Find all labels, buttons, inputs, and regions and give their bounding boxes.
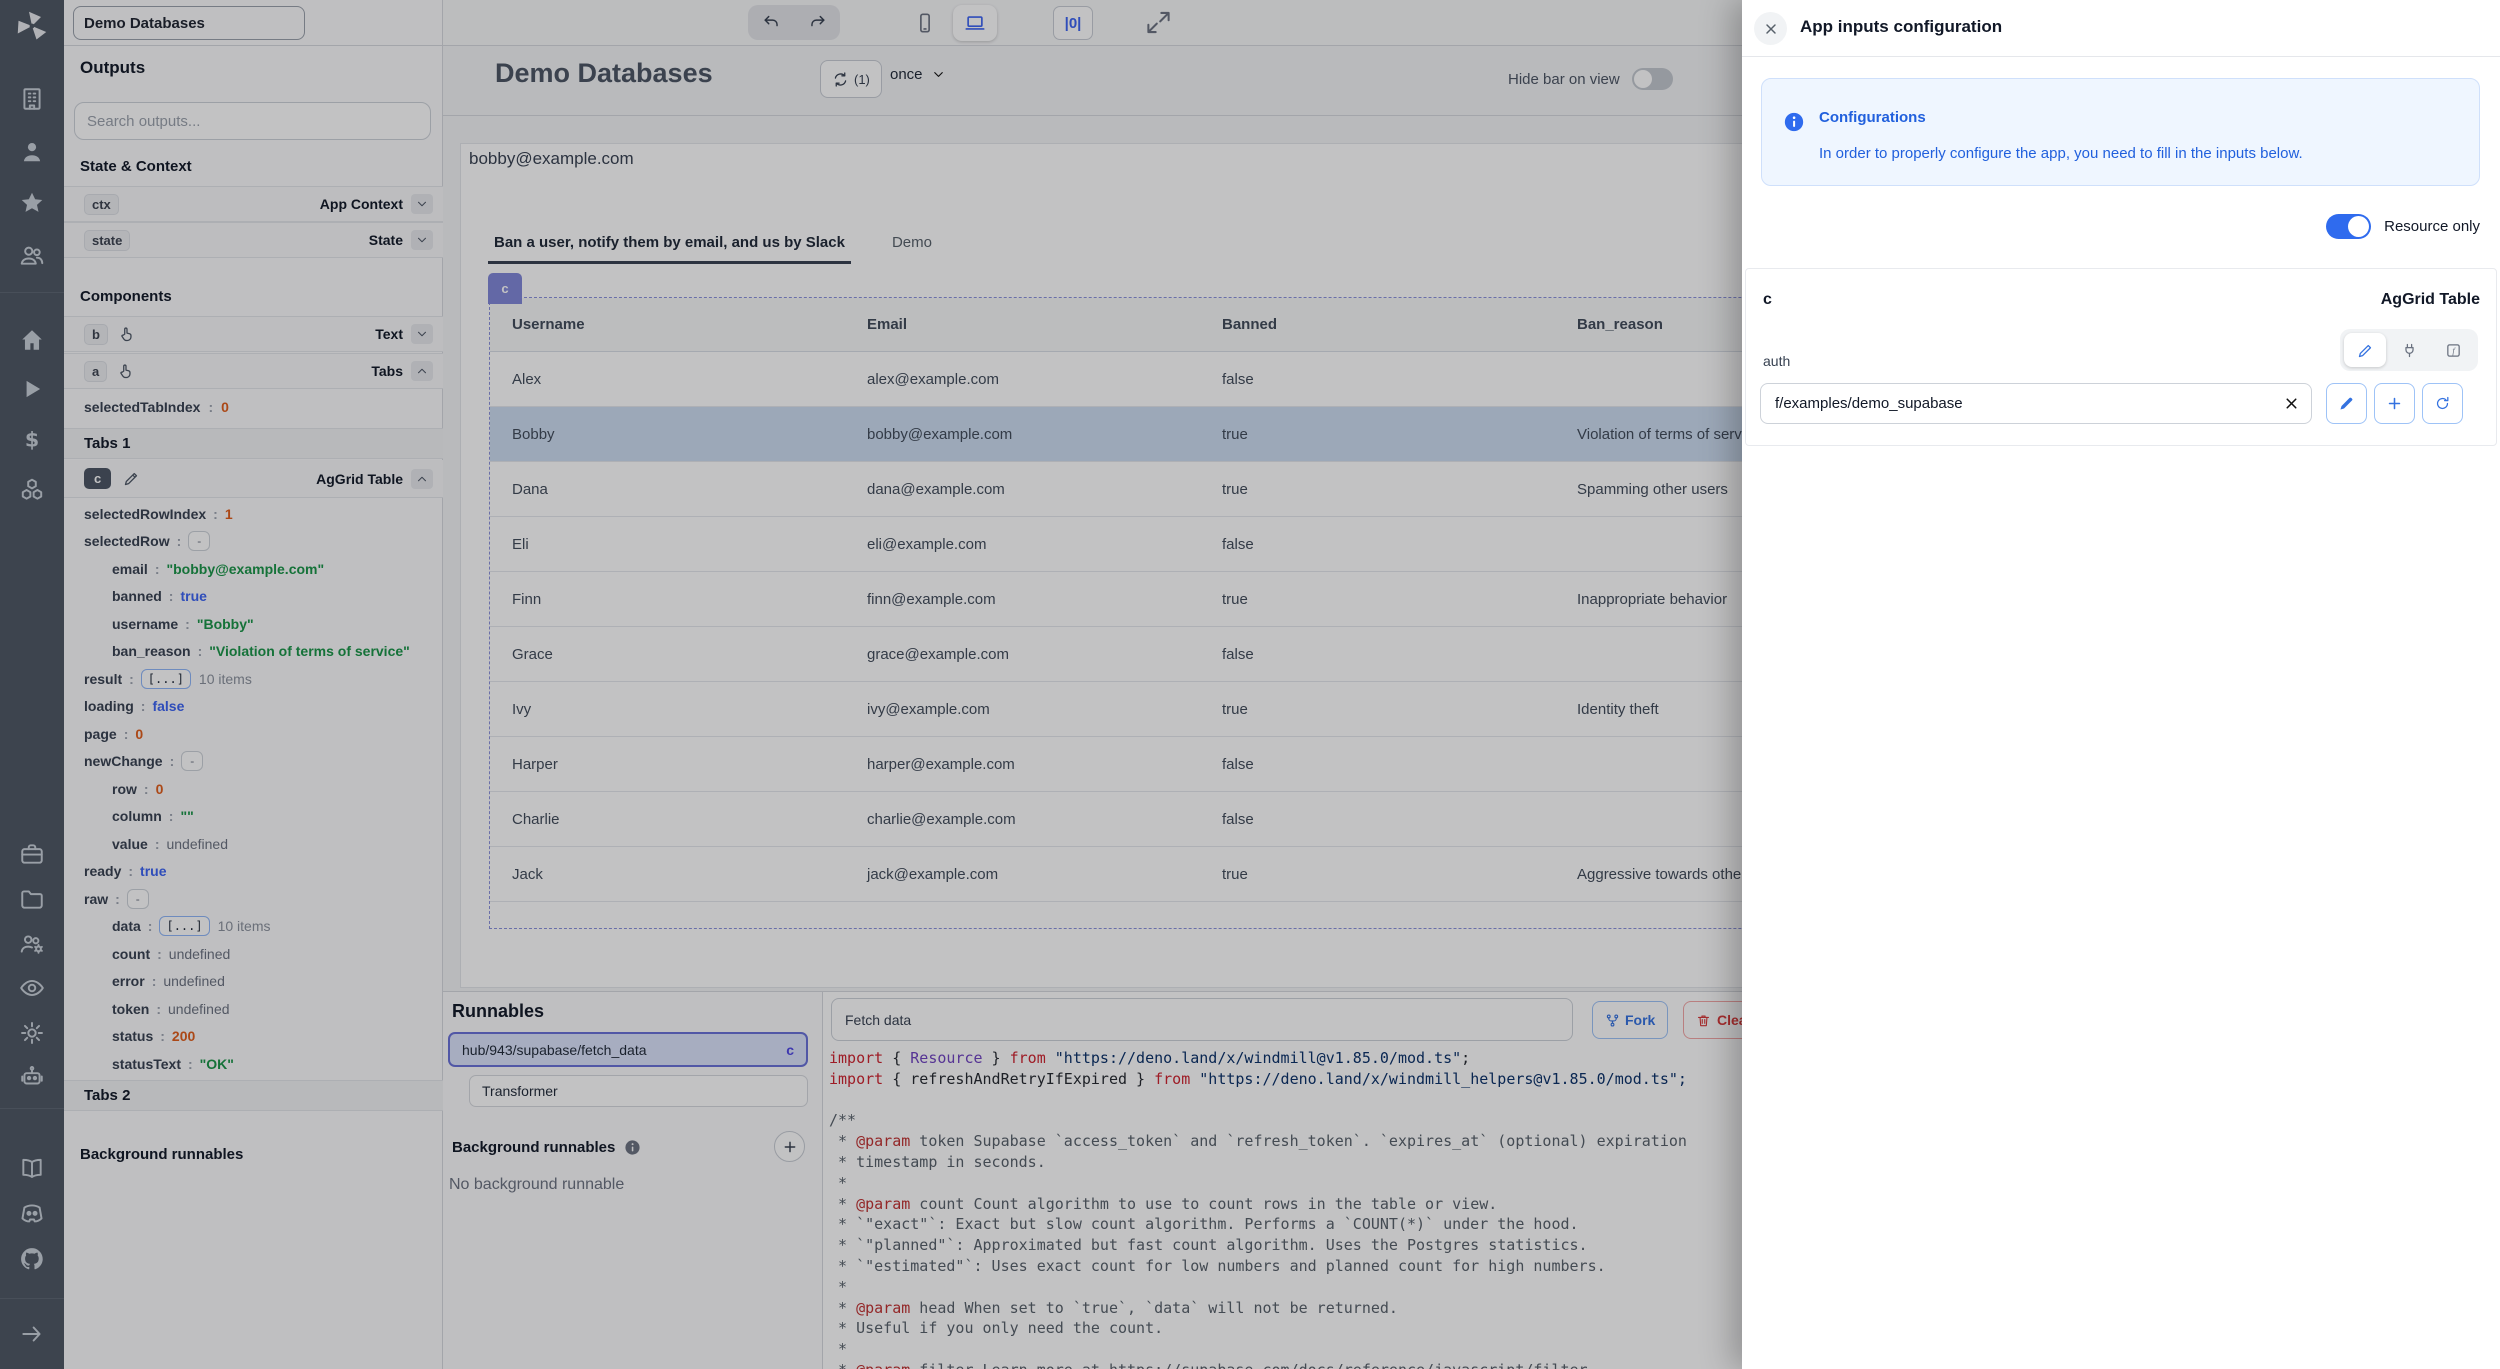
- info-icon: [1783, 111, 1805, 133]
- drawer-title: App inputs configuration: [1800, 17, 2002, 37]
- info-title: Configurations: [1819, 109, 1926, 126]
- plus-icon: [2386, 395, 2403, 412]
- eval-mode-button[interactable]: f: [2432, 333, 2474, 367]
- component-config-section: c AgGrid Table auth f: [1745, 268, 2497, 446]
- add-resource-button[interactable]: [2374, 383, 2415, 424]
- connect-mode-button[interactable]: [2388, 333, 2430, 367]
- auth-resource-input[interactable]: [1760, 383, 2312, 424]
- input-mode-segmented-control: f: [2340, 329, 2478, 371]
- static-mode-button[interactable]: [2344, 333, 2386, 367]
- auth-input-wrap: [1760, 383, 2312, 424]
- info-body: In order to properly configure the app, …: [1819, 145, 2303, 162]
- resource-only-toggle[interactable]: [2326, 214, 2371, 239]
- auth-field-label: auth: [1763, 353, 1790, 369]
- function-icon: f: [2445, 342, 2462, 359]
- drawer-header: App inputs configuration: [1742, 0, 2500, 57]
- resource-only-label: Resource only: [2384, 218, 2480, 235]
- refresh-resource-button[interactable]: [2422, 383, 2463, 424]
- close-drawer-button[interactable]: [1754, 12, 1787, 45]
- plug-icon: [2401, 342, 2418, 359]
- resource-only-row: Resource only: [1742, 212, 2480, 240]
- configurations-info-box: Configurations In order to properly conf…: [1761, 78, 2480, 186]
- app-root: $ Outputs State & Context ctxApp Context…: [0, 0, 2500, 1369]
- svg-text:f: f: [2452, 345, 2456, 355]
- config-component-type: AgGrid Table: [2381, 291, 2480, 309]
- pencil-icon: [2357, 342, 2374, 359]
- pencil-icon: [2338, 395, 2355, 412]
- app-inputs-drawer: App inputs configuration Configurations …: [1742, 0, 2500, 1369]
- close-icon: [1763, 21, 1779, 37]
- config-component-id: c: [1763, 291, 1772, 309]
- refresh-icon: [2434, 395, 2451, 412]
- clear-input-icon[interactable]: [2283, 395, 2300, 412]
- edit-resource-button[interactable]: [2326, 383, 2367, 424]
